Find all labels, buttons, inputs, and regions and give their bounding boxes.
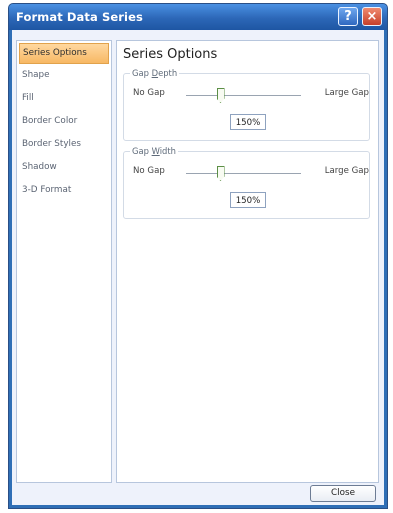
panel-title: Series Options bbox=[123, 47, 218, 62]
gap-depth-legend: Gap Depth bbox=[130, 68, 180, 78]
gap-depth-slider-thumb[interactable] bbox=[216, 88, 225, 103]
close-window-button[interactable]: × bbox=[362, 7, 382, 26]
nav-border-color[interactable]: Border Color bbox=[17, 110, 111, 133]
help-button[interactable]: ? bbox=[338, 7, 358, 26]
gap-depth-slider-track[interactable] bbox=[186, 95, 301, 96]
gap-width-group: Gap Width No Gap Large Gap 150% bbox=[123, 146, 370, 219]
options-panel: Series Options Gap Depth No Gap Large Ga… bbox=[116, 40, 379, 483]
gap-width-min-label: No Gap bbox=[133, 166, 165, 176]
gap-width-slider-track[interactable] bbox=[186, 173, 301, 174]
close-button[interactable]: Close bbox=[310, 485, 376, 502]
nav-shadow[interactable]: Shadow bbox=[17, 156, 111, 179]
gap-width-max-label: Large Gap bbox=[324, 166, 369, 176]
nav-series-options[interactable]: Series Options bbox=[19, 43, 109, 64]
nav-3d-format[interactable]: 3-D Format bbox=[17, 179, 111, 202]
dialog-title: Format Data Series bbox=[16, 10, 143, 24]
gap-depth-input[interactable]: 150% bbox=[230, 114, 266, 130]
nav-border-styles[interactable]: Border Styles bbox=[17, 133, 111, 156]
title-bar[interactable]: Format Data Series ? × bbox=[9, 4, 387, 30]
gap-width-legend: Gap Width bbox=[130, 146, 178, 156]
gap-width-slider-thumb[interactable] bbox=[216, 166, 225, 181]
gap-depth-max-label: Large Gap bbox=[324, 88, 369, 98]
gap-width-input[interactable]: 150% bbox=[230, 192, 266, 208]
nav-shape[interactable]: Shape bbox=[17, 64, 111, 87]
gap-depth-group: Gap Depth No Gap Large Gap 150% bbox=[123, 68, 370, 141]
format-data-series-dialog: Format Data Series ? × Series Options Sh… bbox=[8, 3, 388, 509]
gap-depth-min-label: No Gap bbox=[133, 88, 165, 98]
category-list: Series Options Shape Fill Border Color B… bbox=[16, 40, 112, 483]
nav-fill[interactable]: Fill bbox=[17, 87, 111, 110]
dialog-body: Series Options Shape Fill Border Color B… bbox=[12, 30, 384, 505]
